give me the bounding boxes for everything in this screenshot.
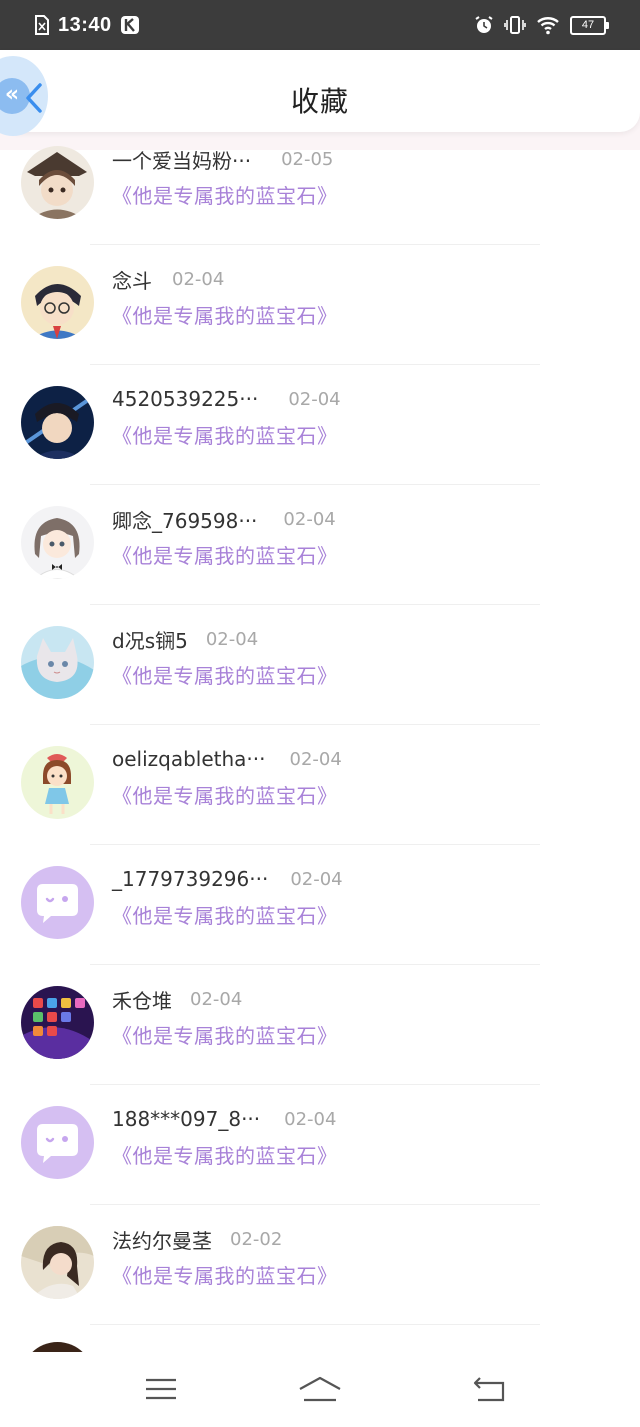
- nickname: 念斗: [112, 268, 152, 293]
- default-chat-avatar-image: [21, 1106, 94, 1179]
- nickname: d况s锎5: [112, 628, 188, 653]
- anime-avatar-image: [21, 626, 94, 699]
- work-title-link[interactable]: 《他是专属我的蓝宝石》: [112, 1140, 338, 1169]
- avatar[interactable]: [21, 146, 94, 219]
- work-title-link[interactable]: 《他是专属我的蓝宝石》: [112, 540, 338, 569]
- favorite-date: 02-05: [281, 148, 334, 170]
- k-app-icon: [120, 16, 139, 34]
- divider: [90, 1324, 540, 1325]
- nickname: 禾仓堆: [112, 988, 172, 1013]
- favorite-date: 02-04: [290, 868, 343, 890]
- favorite-date: 02-02: [230, 1228, 283, 1250]
- favorite-date: 02-04: [205, 628, 259, 650]
- wifi-icon: [537, 17, 559, 35]
- system-nav-bar: [0, 1352, 640, 1427]
- work-title-link[interactable]: 《他是专属我的蓝宝石》: [112, 660, 338, 689]
- phone-screen-avatar-image: [21, 986, 94, 1059]
- work-title-link[interactable]: 《他是专属我的蓝宝石》: [112, 420, 338, 449]
- list-item[interactable]: 念斗 02-04 《他是专属我的蓝宝石》: [0, 240, 640, 360]
- nickname: 卿念_769598···: [112, 508, 258, 533]
- avatar[interactable]: [21, 746, 94, 819]
- anime-avatar-image: [21, 146, 94, 219]
- list-item[interactable]: oelizqabletha··· 02-04 《他是专属我的蓝宝石》: [0, 720, 640, 840]
- avatar[interactable]: [21, 986, 94, 1059]
- default-chat-avatar-image: [21, 866, 94, 939]
- back-icon[interactable]: [472, 1374, 508, 1404]
- cartoon-girl-avatar-image: [21, 746, 94, 819]
- list-item[interactable]: _1779739296··· 02-04 《他是专属我的蓝宝石》: [0, 840, 640, 960]
- page-title: 收藏: [290, 85, 349, 118]
- avatar[interactable]: [21, 866, 94, 939]
- nickname: oelizqabletha···: [112, 747, 266, 771]
- list-item[interactable]: 法约尔曼茎 02-02 《他是专属我的蓝宝石》: [0, 1200, 640, 1320]
- list-item[interactable]: 4520539225··· 02-04 《他是专属我的蓝宝石》: [0, 360, 640, 480]
- work-title-link[interactable]: 《他是专属我的蓝宝石》: [112, 1020, 338, 1049]
- anime-avatar-image: [21, 266, 94, 339]
- alarm-icon: [475, 16, 493, 33]
- battery-icon: 47: [570, 15, 609, 35]
- nickname: _1779739296···: [112, 867, 269, 891]
- nickname: 188***097_8···: [112, 1107, 261, 1131]
- work-title-link[interactable]: 《他是专属我的蓝宝石》: [112, 300, 338, 329]
- work-title-link[interactable]: 《他是专属我的蓝宝石》: [112, 900, 338, 929]
- avatar[interactable]: [21, 266, 94, 339]
- nickname: 一个爱当妈粉···: [112, 148, 252, 173]
- work-title-link[interactable]: 《他是专属我的蓝宝石》: [112, 180, 338, 209]
- photo-avatar-image: [21, 1226, 94, 1299]
- anime-avatar-image: [21, 386, 94, 459]
- favorite-date: 02-04: [190, 988, 243, 1010]
- favorites-list[interactable]: 一个爱当妈粉··· 02-05 《他是专属我的蓝宝石》 念斗 02-04 《他是…: [0, 130, 640, 1352]
- work-title-link[interactable]: 《他是专属我的蓝宝石》: [112, 1260, 338, 1289]
- status-time: 13:40: [58, 13, 112, 36]
- favorite-date: 02-04: [284, 1108, 337, 1130]
- list-item[interactable]: 禾仓堆 02-04 《他是专属我的蓝宝石》: [0, 960, 640, 1080]
- avatar[interactable]: [21, 506, 94, 579]
- favorite-date: 02-04: [288, 388, 341, 410]
- work-title-link[interactable]: 《他是专属我的蓝宝石》: [112, 780, 338, 809]
- list-item[interactable]: d况s锎5 02-04 《他是专属我的蓝宝石》: [0, 600, 640, 720]
- favorite-date: 02-04: [283, 508, 336, 530]
- avatar[interactable]: [21, 386, 94, 459]
- avatar[interactable]: [21, 626, 94, 699]
- home-icon[interactable]: [298, 1374, 342, 1404]
- menu-icon[interactable]: [143, 1374, 179, 1404]
- list-item[interactable]: 卿念_769598··· 02-04 《他是专属我的蓝宝石》: [0, 480, 640, 600]
- anime-avatar-image: [21, 506, 94, 579]
- favorite-date: 02-04: [289, 748, 342, 770]
- list-item[interactable]: 188***097_8··· 02-04 《他是专属我的蓝宝石》: [0, 1080, 640, 1200]
- avatar[interactable]: [21, 1106, 94, 1179]
- status-bar: 13:40 47: [0, 0, 640, 50]
- list-item[interactable]: 一个爱当妈粉··· 02-05 《他是专属我的蓝宝石》: [0, 130, 640, 240]
- favorite-date: 02-04: [172, 268, 225, 290]
- avatar[interactable]: [21, 1342, 94, 1352]
- nickname: 法约尔曼茎: [112, 1228, 212, 1253]
- sim-card-icon: [35, 15, 49, 35]
- nickname: 4520539225···: [112, 387, 259, 411]
- avatar[interactable]: [21, 1226, 94, 1299]
- vibrate-icon: [504, 16, 526, 34]
